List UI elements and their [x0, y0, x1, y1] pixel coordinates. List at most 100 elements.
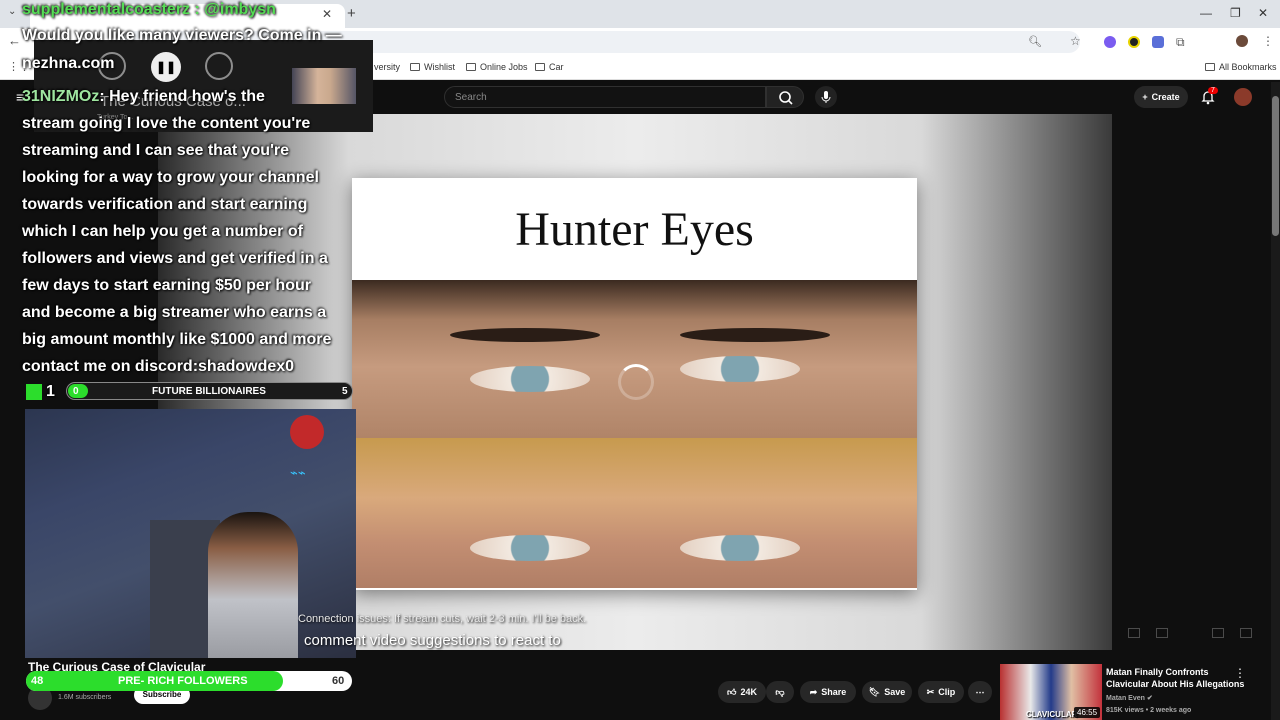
recommended-meta: 815K views • 2 weeks ago: [1106, 707, 1192, 714]
close-window-icon[interactable]: ✕: [1258, 6, 1268, 20]
like-count: 24K: [740, 687, 757, 697]
more-actions-button[interactable]: ⋯: [968, 681, 992, 703]
folder-icon: [535, 63, 545, 71]
share-label: Share: [821, 687, 847, 697]
share-icon: ➦: [809, 686, 818, 697]
back-arrow-icon[interactable]: ←: [8, 33, 21, 48]
goal-label: FUTURE BILLIONAIRES: [152, 386, 266, 397]
chat-line: and become a big streamer who earns a: [22, 304, 327, 321]
bookmark-label: Online Jobs: [480, 62, 528, 72]
bookmark-item[interactable]: Car: [535, 62, 564, 72]
profile-avatar[interactable]: [1236, 35, 1248, 47]
settings-gear-icon[interactable]: [1156, 628, 1168, 638]
notification-badge: 7: [1208, 87, 1218, 94]
eyebrow-right: [680, 328, 830, 342]
bookmark-item[interactable]: versity: [374, 62, 400, 72]
chat-message-first-line: 31NIZMOz: Hey friend how's the: [22, 83, 265, 110]
bookmark-star-icon[interactable]: ☆: [1070, 34, 1081, 48]
chat-line: contact me on discord:shadowdex0: [22, 358, 295, 375]
fullscreen-icon[interactable]: [1240, 628, 1252, 638]
eye-left: [470, 535, 590, 561]
thumbnail-caption: CLAVICULAR: [1026, 710, 1078, 719]
chat-text: : Hey friend how's the: [99, 88, 265, 105]
bookmark-icon: 🔖︎: [868, 686, 881, 697]
video-menu-icon[interactable]: ⋮: [1234, 666, 1246, 680]
search-icon: [779, 91, 793, 105]
bookmark-label: Car: [549, 62, 564, 72]
streamer: [208, 512, 298, 658]
connection-notice: Connection issues: If stream cuts, wait …: [298, 613, 587, 625]
slide-title: Hunter Eyes: [515, 203, 754, 256]
extension-icon[interactable]: [1152, 36, 1164, 48]
overlay-caption: comment video suggestions to react to: [304, 632, 561, 649]
chat-line: few days to start earning $50 per hour: [22, 277, 311, 294]
chat-line: stream going I love the content you're: [22, 115, 311, 132]
alert-line: nezhna.com: [22, 55, 115, 72]
folder-icon: [466, 63, 476, 71]
bookmark-item[interactable]: Online Jobs: [466, 62, 528, 72]
tab-close-icon[interactable]: ✕: [322, 7, 332, 21]
thumbs-up-icon: 👍︎: [727, 686, 737, 697]
chat-line: big amount monthly like $1000 and more: [22, 331, 332, 348]
plus-icon: +: [1142, 92, 1148, 102]
eye-right: [680, 535, 800, 561]
new-tab-button[interactable]: +: [347, 5, 356, 22]
loading-spinner-icon: [618, 364, 654, 400]
verified-check-icon: ✔: [1146, 695, 1153, 702]
next-icon[interactable]: [205, 52, 233, 80]
viewer-count: 1: [46, 383, 55, 400]
share-button[interactable]: ➦ Share: [800, 681, 856, 703]
subtitles-icon[interactable]: [1128, 628, 1140, 638]
goal-target: 5: [342, 386, 348, 397]
like-button[interactable]: 👍︎ 24K: [718, 681, 766, 703]
clip-button[interactable]: ✂ Clip: [918, 681, 964, 703]
player-side-area: [1112, 114, 1280, 650]
theater-mode-icon[interactable]: [1212, 628, 1224, 638]
voice-search-button[interactable]: [815, 86, 837, 108]
recommended-video[interactable]: Matan Finally Confronts Clavicular About…: [1106, 666, 1246, 717]
folder-icon: [1205, 63, 1215, 71]
menu-dots-icon[interactable]: ⋮: [1262, 34, 1274, 48]
create-button[interactable]: + Create: [1134, 86, 1188, 108]
search-input[interactable]: Search: [444, 86, 766, 108]
zoom-icon[interactable]: 🔍︎: [1028, 35, 1042, 48]
tab-search-icon[interactable]: ⌄: [8, 6, 16, 17]
extension-icon[interactable]: [1104, 36, 1116, 48]
dislike-button[interactable]: 👎︎: [766, 681, 794, 703]
eyes-image-bottom: [352, 438, 917, 588]
scrollbar-thumb[interactable]: [1272, 96, 1279, 236]
neon-sign: ⌁⌁: [290, 465, 306, 480]
scissors-icon: ✂: [926, 686, 935, 697]
alert-line: supplementalcoasterz : @imbysn: [22, 1, 276, 18]
create-label: Create: [1151, 92, 1180, 102]
mini-player-thumbnail[interactable]: [292, 68, 356, 104]
save-label: Save: [884, 687, 906, 697]
search-button[interactable]: [766, 86, 804, 108]
goal-current: 0: [73, 386, 79, 397]
eye-right: [680, 356, 800, 382]
subscriber-count: 1.6M subscribers: [58, 694, 112, 701]
recommended-channel: Matan Even ✔: [1106, 693, 1246, 705]
user-avatar[interactable]: [1234, 88, 1252, 106]
extension-icon[interactable]: [1128, 36, 1140, 48]
mic-icon: [821, 91, 831, 103]
chat-username: 31NIZMOz: [22, 88, 100, 105]
minimize-icon[interactable]: —: [1200, 6, 1212, 20]
bookmark-label: All Bookmarks: [1219, 62, 1277, 72]
pause-icon: ❚❚: [155, 60, 177, 74]
all-bookmarks-button[interactable]: All Bookmarks: [1205, 62, 1277, 72]
folder-icon: [410, 63, 420, 71]
pause-button[interactable]: ❚❚: [151, 52, 181, 82]
save-button[interactable]: 🔖︎ Save: [862, 681, 912, 703]
bookmark-label: versity: [374, 62, 401, 72]
eyes-image-top: [352, 280, 917, 438]
channel-name: Matan Even: [1106, 695, 1145, 702]
kick-logo-icon: [26, 384, 42, 400]
bookmark-label: Wishlist: [424, 62, 455, 72]
chat-line: streaming and I can see that you're: [22, 142, 289, 159]
maximize-icon[interactable]: ❐: [1230, 6, 1241, 20]
puzzle-icon[interactable]: ⧉: [1176, 35, 1185, 50]
clip-label: Clip: [938, 687, 956, 697]
bookmark-item[interactable]: Wishlist: [410, 62, 455, 72]
chat-line: which I can help you get a number of: [22, 223, 303, 240]
